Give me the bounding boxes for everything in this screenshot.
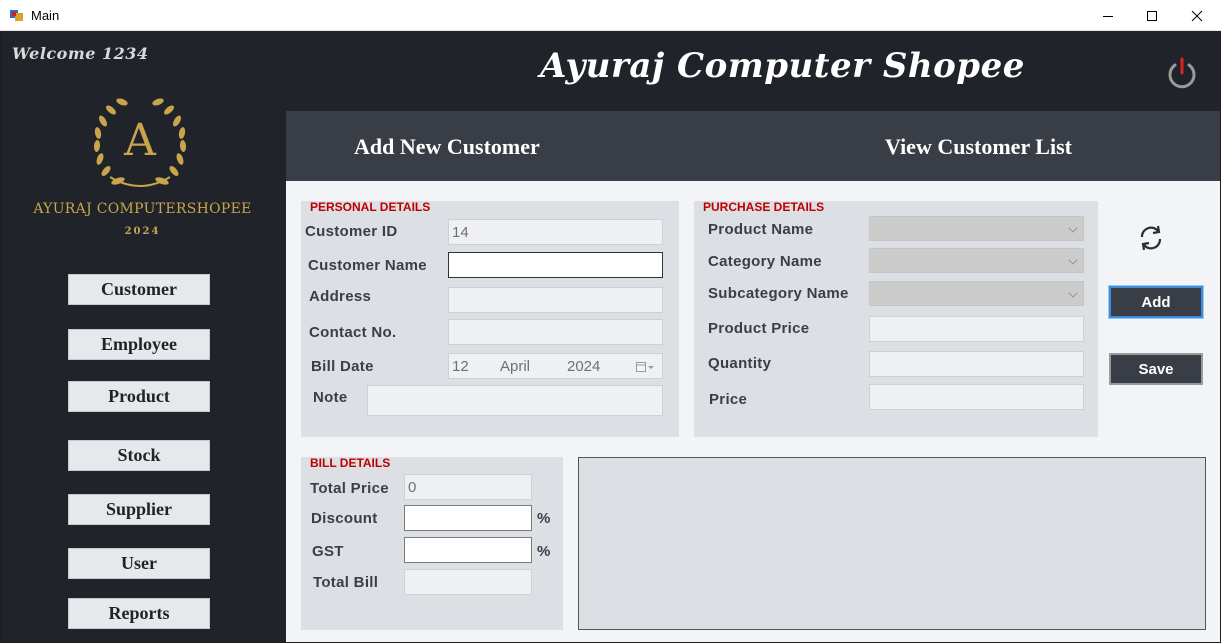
bill-date-year: 2024 (567, 358, 601, 375)
nav-supplier-button[interactable]: Supplier (68, 494, 210, 525)
total-bill-label: Total Bill (313, 574, 379, 591)
discount-label: Discount (311, 510, 378, 527)
total-price-label: Total Price (310, 480, 389, 497)
note-label: Note (313, 389, 348, 406)
maximize-icon (1147, 10, 1157, 21)
close-button[interactable] (1174, 0, 1220, 31)
address-label: Address (309, 288, 372, 305)
nav-reports-button[interactable]: Reports (68, 598, 210, 629)
chevron-down-icon (1068, 288, 1078, 298)
nav-customer-button[interactable]: Customer (68, 274, 210, 305)
nav-user-button[interactable]: User (68, 548, 210, 579)
nav-product-button[interactable]: Product (68, 381, 210, 412)
gst-label: GST (312, 543, 344, 560)
bill-date-label: Bill Date (311, 358, 374, 375)
total-price-field: 0 (404, 474, 532, 500)
brand-year: 2024 (124, 226, 161, 237)
svg-text:A: A (123, 115, 157, 166)
chevron-down-icon (1068, 255, 1078, 265)
nav-stock-button[interactable]: Stock (68, 440, 210, 471)
discount-percent-label: % (537, 510, 551, 527)
quantity-label: Quantity (708, 355, 772, 372)
bill-date-day: 12 (452, 358, 469, 375)
close-icon (1191, 10, 1203, 21)
brand-logo: A (93, 98, 187, 187)
brand-name: AYURAJ COMPUTERSHOPEE (33, 201, 252, 217)
window-titlebar: Main (0, 0, 1221, 31)
bill-date-picker[interactable]: 12 April 2024 (448, 353, 663, 379)
minimize-icon (1103, 15, 1113, 17)
product-price-label: Product Price (708, 320, 810, 337)
app-icon (10, 10, 23, 21)
refresh-icon[interactable] (1136, 223, 1166, 253)
customer-name-label: Customer Name (308, 257, 427, 274)
contact-label: Contact No. (309, 324, 397, 341)
price-field (869, 384, 1084, 410)
note-input[interactable] (367, 385, 663, 416)
product-name-combo[interactable] (869, 216, 1084, 241)
bill-date-month: April (500, 358, 531, 375)
chevron-down-icon (1068, 223, 1078, 233)
contact-input[interactable] (448, 319, 663, 345)
customer-id-field: 14 (448, 219, 663, 245)
category-name-label: Category Name (708, 253, 822, 270)
save-button[interactable]: Save (1109, 353, 1203, 385)
tab-add-new-customer[interactable]: Add New Customer (354, 134, 540, 160)
calendar-dropdown-icon[interactable] (636, 361, 656, 373)
subcategory-name-label: Subcategory Name (708, 285, 849, 302)
add-button[interactable]: Add (1108, 285, 1204, 319)
gst-percent-label: % (537, 543, 551, 560)
bill-details-title: BILL DETAILS (310, 456, 391, 470)
customer-name-input[interactable] (448, 252, 663, 278)
purchase-details-title: PURCHASE DETAILS (703, 200, 825, 214)
subcategory-name-combo[interactable] (869, 281, 1084, 306)
total-bill-field (404, 569, 532, 595)
bill-items-grid[interactable] (578, 457, 1206, 630)
price-label: Price (709, 391, 748, 408)
product-name-label: Product Name (708, 221, 814, 238)
nav-employee-button[interactable]: Employee (68, 329, 210, 360)
minimize-button[interactable] (1085, 0, 1131, 31)
product-price-field (869, 316, 1084, 342)
customer-id-label: Customer ID (305, 223, 398, 240)
welcome-text: Welcome 1234 (12, 44, 149, 63)
window-title: Main (31, 8, 60, 23)
power-icon[interactable] (1164, 56, 1200, 92)
gst-input[interactable] (404, 537, 532, 563)
discount-input[interactable] (404, 505, 532, 531)
address-input[interactable] (448, 287, 663, 313)
personal-details-title: PERSONAL DETAILS (310, 200, 431, 214)
category-name-combo[interactable] (869, 248, 1084, 273)
quantity-input[interactable] (869, 351, 1084, 377)
maximize-button[interactable] (1129, 0, 1175, 31)
shop-title: Ayuraj Computer Shopee (540, 46, 1025, 86)
tab-view-customer-list[interactable]: View Customer List (885, 134, 1072, 160)
